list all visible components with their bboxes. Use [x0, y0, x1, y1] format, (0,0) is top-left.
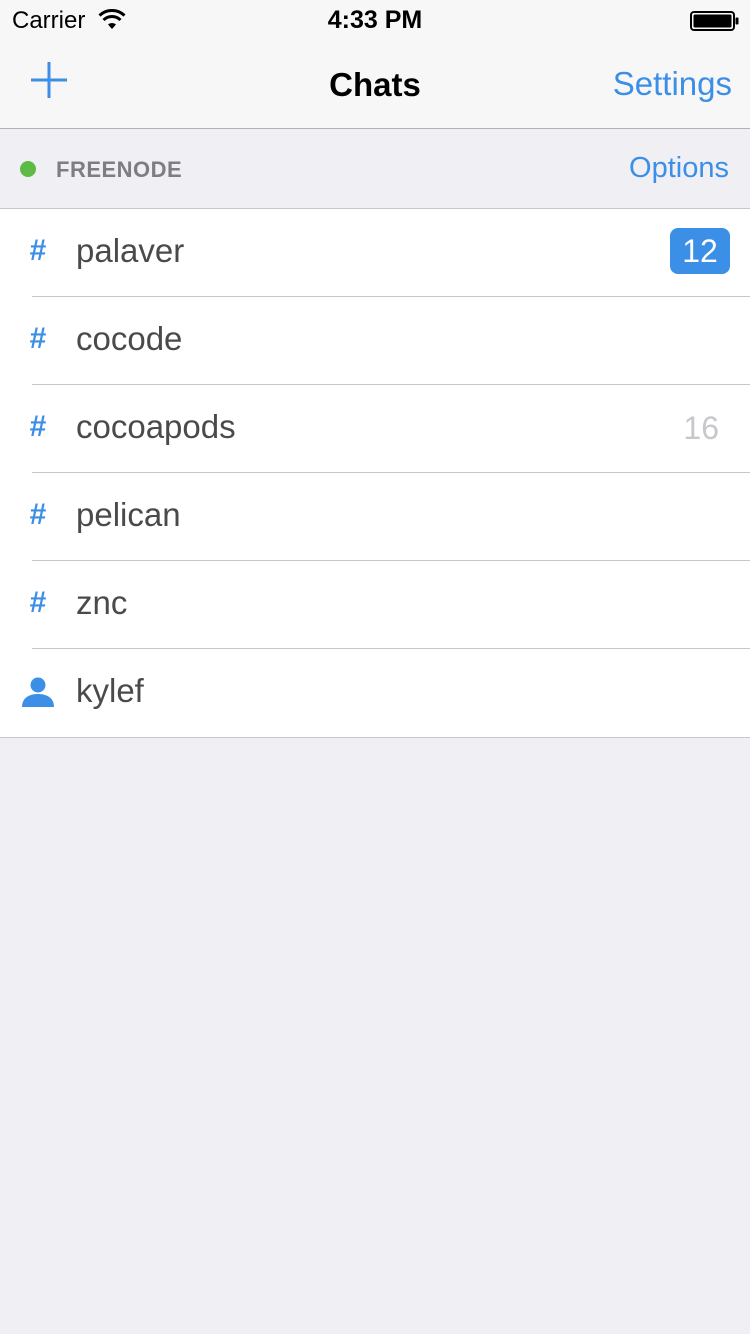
chat-name: cocode	[76, 320, 183, 357]
hash-icon: #	[29, 322, 47, 355]
options-button[interactable]: Options	[629, 152, 729, 185]
chat-name: cocoapods	[76, 408, 236, 445]
chat-name: znc	[76, 584, 128, 621]
chat-row-znc[interactable]: # znc	[0, 561, 750, 649]
chat-list: # palaver 12 # cocode # cocoapods 16 # p…	[0, 209, 750, 738]
chat-name: pelican	[76, 496, 181, 533]
chat-name: palaver	[76, 232, 185, 269]
network-section-header: FREENODE Options	[0, 130, 750, 209]
battery-icon	[690, 11, 739, 31]
chat-row-palaver[interactable]: # palaver 12	[0, 209, 750, 297]
status-bar: Carrier 4:33 PM	[0, 0, 750, 40]
hash-icon: #	[29, 586, 47, 619]
person-icon	[22, 677, 54, 707]
hash-icon: #	[29, 410, 47, 443]
settings-button[interactable]: Settings	[613, 65, 732, 103]
chat-row-cocoapods[interactable]: # cocoapods 16	[0, 385, 750, 473]
chat-row-pelican[interactable]: # pelican	[0, 473, 750, 561]
hash-icon: #	[29, 234, 47, 267]
network-name: FREENODE	[56, 157, 183, 182]
connection-status-dot	[20, 161, 36, 177]
chat-row-kylef[interactable]: kylef	[0, 649, 750, 737]
hash-icon: #	[29, 498, 47, 531]
navigation-bar: Chats Settings	[0, 40, 750, 129]
chat-name: kylef	[76, 672, 144, 709]
message-count: 16	[683, 410, 719, 446]
status-time: 4:33 PM	[327, 6, 423, 34]
chat-row-cocode[interactable]: # cocode	[0, 297, 750, 385]
unread-badge: 12	[670, 228, 730, 274]
